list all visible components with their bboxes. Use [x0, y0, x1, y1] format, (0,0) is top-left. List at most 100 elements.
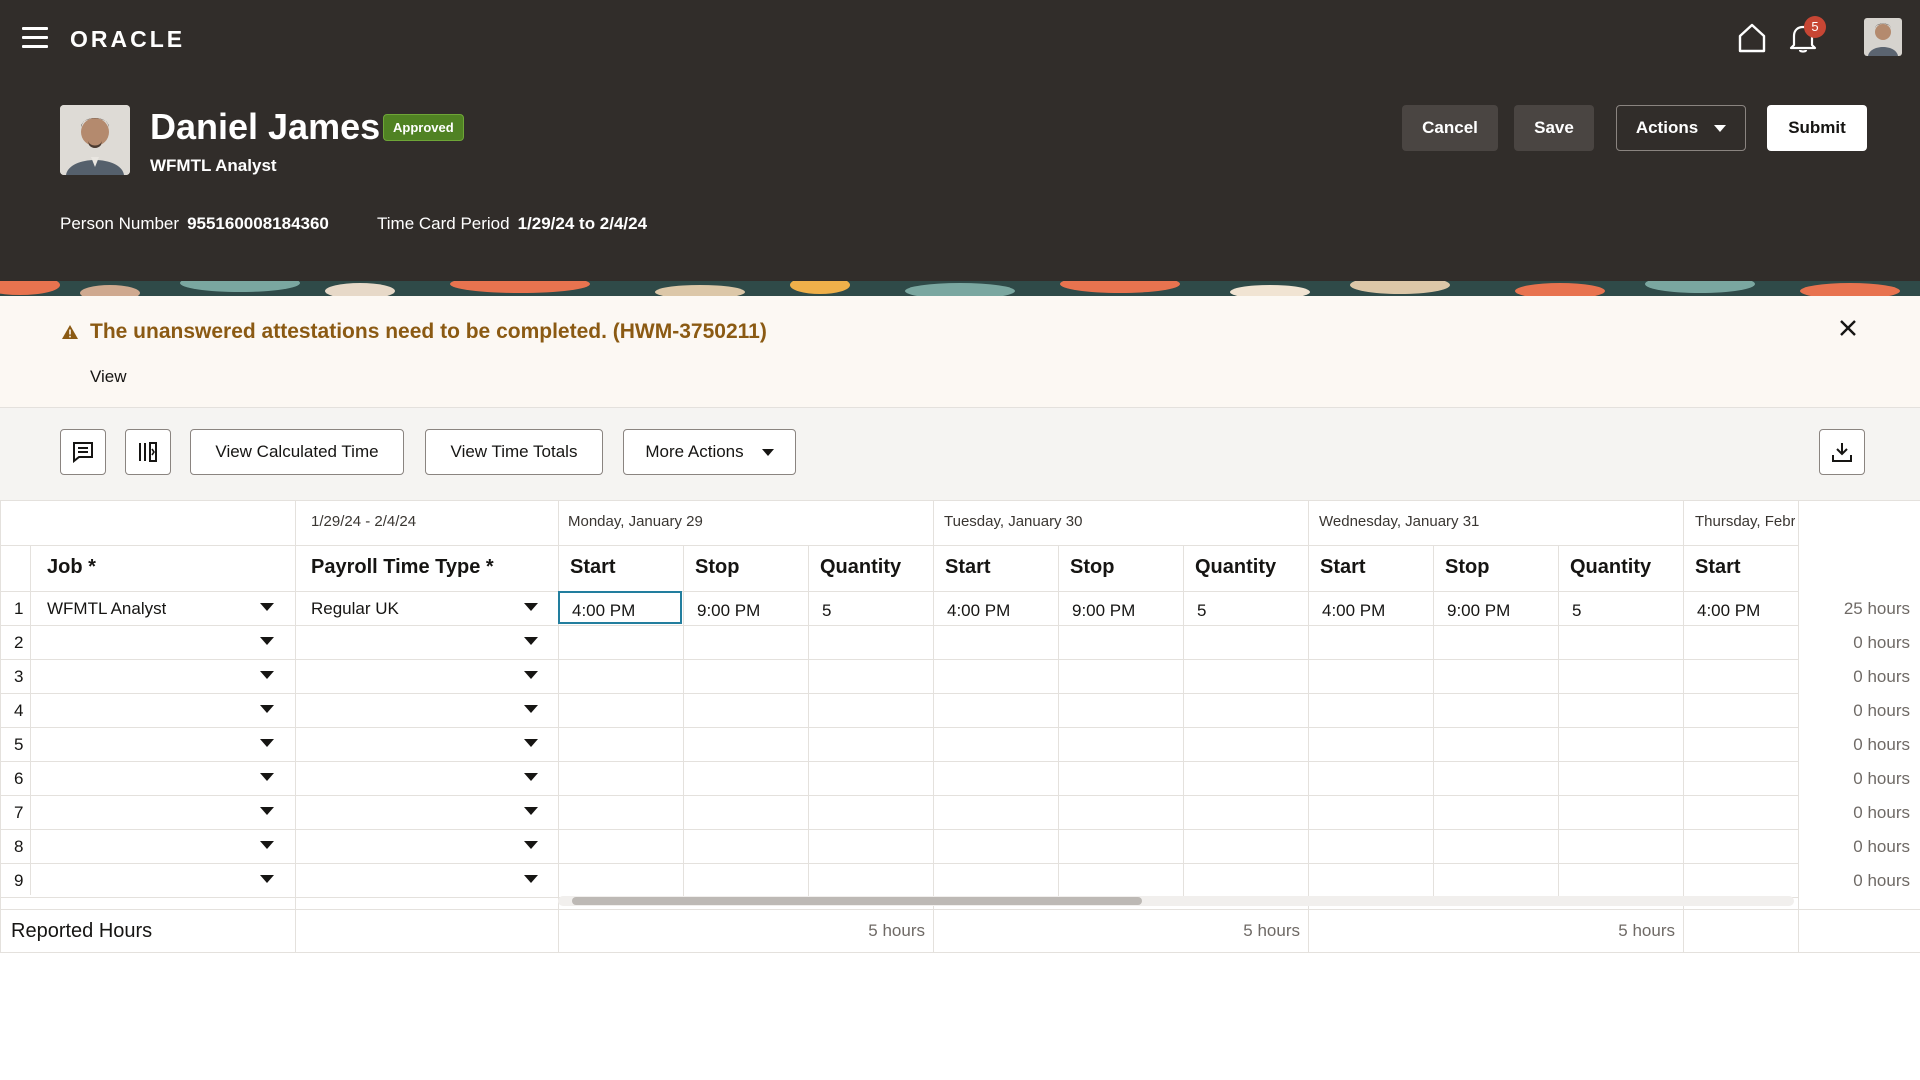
cancel-button[interactable]: Cancel: [1402, 105, 1498, 151]
time-cell-mon-qty[interactable]: [822, 669, 931, 691]
time-cell-wed-stop[interactable]: [1447, 839, 1556, 861]
time-cell-wed-stop[interactable]: [1447, 771, 1556, 793]
time-cell-tue-qty[interactable]: 5: [1197, 601, 1306, 623]
user-avatar[interactable]: [1864, 18, 1902, 56]
time-cell-mon-stop[interactable]: [697, 839, 806, 861]
time-cell-tue-start[interactable]: [947, 805, 1056, 827]
time-cell-tue-stop[interactable]: [1072, 635, 1181, 657]
payroll-dropdown-icon[interactable]: [524, 671, 538, 679]
time-cell-tue-qty[interactable]: [1197, 703, 1306, 725]
time-cell-thu-start[interactable]: [1697, 805, 1796, 827]
payroll-dropdown-icon[interactable]: [524, 705, 538, 713]
time-cell-thu-start[interactable]: 4:00 PM: [1697, 601, 1796, 623]
download-button[interactable]: [1819, 429, 1865, 475]
payroll-dropdown-icon[interactable]: [524, 875, 538, 883]
time-cell-mon-qty[interactable]: [822, 703, 931, 725]
time-cell-tue-qty[interactable]: [1197, 771, 1306, 793]
time-cell-mon-stop[interactable]: [697, 635, 806, 657]
time-cell-tue-stop[interactable]: [1072, 737, 1181, 759]
time-cell-mon-stop[interactable]: [697, 669, 806, 691]
job-dropdown-icon[interactable]: [260, 603, 274, 611]
time-cell-wed-qty[interactable]: [1572, 873, 1681, 895]
time-cell-wed-start[interactable]: [1322, 669, 1431, 691]
time-cell-wed-start[interactable]: [1322, 771, 1431, 793]
time-cell-mon-stop[interactable]: 9:00 PM: [697, 601, 806, 623]
view-calculated-time-button[interactable]: View Calculated Time: [190, 429, 404, 475]
time-cell-mon-start[interactable]: [572, 839, 681, 861]
time-cell-wed-stop[interactable]: [1447, 635, 1556, 657]
comments-button[interactable]: [60, 429, 106, 475]
time-cell-wed-stop[interactable]: 9:00 PM: [1447, 601, 1556, 623]
more-actions-button[interactable]: More Actions: [623, 429, 796, 475]
time-cell-wed-qty[interactable]: 5: [1572, 601, 1681, 623]
time-cell-tue-start[interactable]: [947, 703, 1056, 725]
time-cell-mon-stop[interactable]: [697, 873, 806, 895]
time-cell-wed-start[interactable]: [1322, 635, 1431, 657]
time-cell-tue-stop[interactable]: [1072, 771, 1181, 793]
time-cell-mon-qty[interactable]: [822, 635, 931, 657]
time-cell-wed-start[interactable]: [1322, 873, 1431, 895]
time-cell-tue-start[interactable]: [947, 635, 1056, 657]
view-time-totals-button[interactable]: View Time Totals: [425, 429, 603, 475]
time-cell-mon-stop[interactable]: [697, 771, 806, 793]
submit-button[interactable]: Submit: [1767, 105, 1867, 151]
job-dropdown-icon[interactable]: [260, 705, 274, 713]
time-cell-thu-start[interactable]: [1697, 839, 1796, 861]
time-cell-mon-start[interactable]: [572, 873, 681, 895]
time-cell-wed-stop[interactable]: [1447, 873, 1556, 895]
time-cell-wed-qty[interactable]: [1572, 703, 1681, 725]
time-cell-mon-start[interactable]: [572, 635, 681, 657]
scrollbar-thumb[interactable]: [572, 897, 1142, 905]
job-dropdown-icon[interactable]: [260, 875, 274, 883]
time-cell-tue-qty[interactable]: [1197, 873, 1306, 895]
time-cell-wed-start[interactable]: [1322, 839, 1431, 861]
close-icon[interactable]: [1838, 318, 1858, 338]
time-cell-tue-stop[interactable]: [1072, 703, 1181, 725]
time-cell-thu-start[interactable]: [1697, 635, 1796, 657]
time-cell-tue-stop[interactable]: 9:00 PM: [1072, 601, 1181, 623]
payroll-dropdown-icon[interactable]: [524, 603, 538, 611]
time-cell-tue-qty[interactable]: [1197, 839, 1306, 861]
time-cell-wed-stop[interactable]: [1447, 703, 1556, 725]
time-cell-tue-qty[interactable]: [1197, 669, 1306, 691]
time-cell-tue-start[interactable]: [947, 771, 1056, 793]
time-cell-tue-stop[interactable]: [1072, 873, 1181, 895]
time-cell-mon-stop[interactable]: [697, 703, 806, 725]
time-cell-tue-start[interactable]: 4:00 PM: [947, 601, 1056, 623]
warning-view-link[interactable]: View: [90, 367, 127, 387]
time-cell-wed-qty[interactable]: [1572, 635, 1681, 657]
time-cell-wed-start[interactable]: [1322, 703, 1431, 725]
time-cell-mon-qty[interactable]: [822, 839, 931, 861]
time-cell-tue-stop[interactable]: [1072, 839, 1181, 861]
time-cell-wed-start[interactable]: [1322, 805, 1431, 827]
time-cell-tue-qty[interactable]: [1197, 737, 1306, 759]
columns-button[interactable]: [125, 429, 171, 475]
time-cell-tue-start[interactable]: [947, 669, 1056, 691]
actions-menu-button[interactable]: Actions: [1616, 105, 1746, 151]
time-cell-mon-qty[interactable]: [822, 737, 931, 759]
time-cell-mon-stop[interactable]: [697, 805, 806, 827]
home-icon[interactable]: [1737, 22, 1767, 54]
time-cell-wed-qty[interactable]: [1572, 805, 1681, 827]
time-cell-tue-stop[interactable]: [1072, 669, 1181, 691]
time-cell-tue-stop[interactable]: [1072, 805, 1181, 827]
time-cell-thu-start[interactable]: [1697, 703, 1796, 725]
time-cell-mon-stop[interactable]: [697, 737, 806, 759]
time-cell-mon-start[interactable]: [572, 669, 681, 691]
time-cell-wed-start[interactable]: [1322, 737, 1431, 759]
save-button[interactable]: Save: [1514, 105, 1594, 151]
menu-icon[interactable]: [22, 27, 48, 49]
time-cell-wed-qty[interactable]: [1572, 669, 1681, 691]
time-cell-thu-start[interactable]: [1697, 873, 1796, 895]
time-cell-mon-qty[interactable]: [822, 873, 931, 895]
time-cell-tue-qty[interactable]: [1197, 635, 1306, 657]
time-cell-wed-qty[interactable]: [1572, 737, 1681, 759]
job-dropdown-icon[interactable]: [260, 773, 274, 781]
time-cell-wed-qty[interactable]: [1572, 771, 1681, 793]
time-cell-wed-qty[interactable]: [1572, 839, 1681, 861]
time-cell-tue-qty[interactable]: [1197, 805, 1306, 827]
time-cell-thu-start[interactable]: [1697, 669, 1796, 691]
payroll-dropdown-icon[interactable]: [524, 739, 538, 747]
time-cell-mon-qty[interactable]: [822, 805, 931, 827]
time-cell-mon-start[interactable]: [572, 703, 681, 725]
